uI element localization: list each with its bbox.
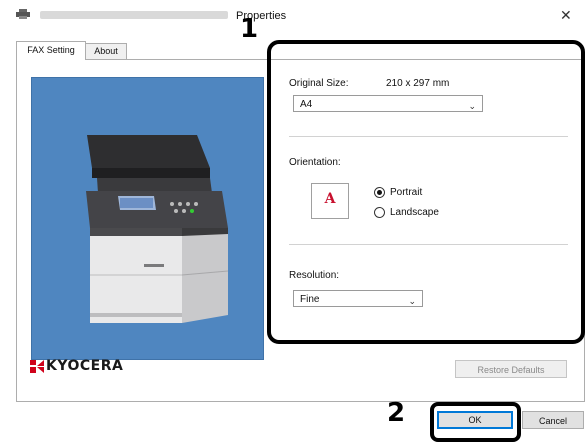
callout-number-2: 2 bbox=[387, 398, 406, 428]
restore-defaults-button[interactable]: Restore Defaults bbox=[455, 360, 567, 378]
settings-callout-box bbox=[267, 40, 585, 344]
logo-text: KYOCERA bbox=[46, 358, 124, 374]
printer-name-redacted bbox=[40, 11, 228, 19]
ok-callout-box bbox=[430, 402, 521, 442]
tab-about[interactable]: About bbox=[85, 43, 127, 59]
multifunction-printer-illustration bbox=[86, 135, 229, 323]
callout-number-1: 1 bbox=[240, 14, 259, 44]
printer-icon bbox=[16, 9, 30, 19]
kyocera-logo-icon bbox=[30, 360, 44, 373]
cancel-button[interactable]: Cancel bbox=[522, 411, 584, 429]
tab-fax-setting[interactable]: FAX Setting bbox=[16, 41, 86, 60]
close-icon[interactable]: ✕ bbox=[560, 7, 572, 24]
printer-image bbox=[31, 77, 264, 360]
